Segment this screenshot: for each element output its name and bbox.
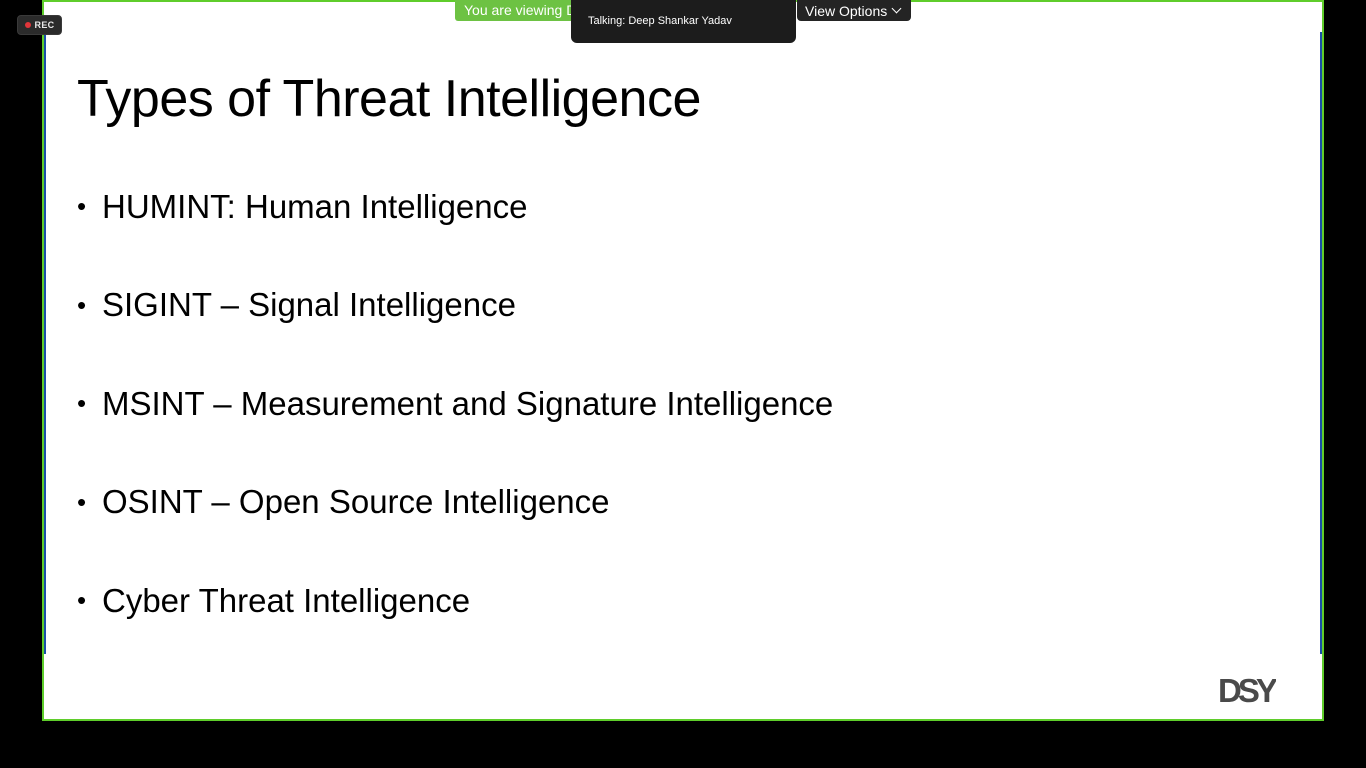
bullet-text: SIGINT – Signal Intelligence xyxy=(102,286,516,323)
bullet-icon: • xyxy=(77,486,87,517)
recording-indicator[interactable]: REC xyxy=(17,15,62,35)
talking-indicator: Talking: Deep Shankar Yadav xyxy=(571,0,796,43)
chevron-down-icon xyxy=(891,3,902,14)
bullet-item: • Cyber Threat Intelligence xyxy=(77,576,833,625)
bullet-item: • MSINT – Measurement and Signature Inte… xyxy=(77,379,833,428)
bullet-text: OSINT – Open Source Intelligence xyxy=(102,483,610,520)
bullet-list: • HUMINT: Human Intelligence • SIGINT – … xyxy=(77,182,833,675)
bullet-text: MSINT – Measurement and Signature Intell… xyxy=(102,384,834,422)
view-options-button[interactable]: View Options xyxy=(797,0,911,21)
bullet-icon: • xyxy=(77,191,87,221)
dsy-logo-icon: DSY xyxy=(1218,672,1276,707)
slide-left-edge xyxy=(44,32,46,654)
record-dot-icon xyxy=(24,22,31,28)
logo-text: DSY xyxy=(1218,672,1276,707)
bullet-item: • HUMINT: Human Intelligence xyxy=(77,182,833,231)
screen-share-viewer: REC You are viewing D View Options Talki… xyxy=(0,0,1366,768)
recording-label: REC xyxy=(34,20,55,30)
bullet-item: • SIGINT – Signal Intelligence xyxy=(77,281,833,330)
slide-title: Types of Threat Intelligence xyxy=(77,70,701,128)
bullet-icon: • xyxy=(77,388,87,418)
bullet-item: • OSINT – Open Source Intelligence xyxy=(77,478,833,527)
bullet-text: Cyber Threat Intelligence xyxy=(102,581,471,619)
bullet-icon: • xyxy=(77,585,87,615)
view-options-label: View Options xyxy=(805,2,888,19)
talking-label: Talking: Deep Shankar Yadav xyxy=(588,15,732,27)
slide-right-edge xyxy=(1320,32,1322,654)
bullet-icon: • xyxy=(77,289,87,320)
bullet-text: HUMINT: Human Intelligence xyxy=(102,187,528,225)
